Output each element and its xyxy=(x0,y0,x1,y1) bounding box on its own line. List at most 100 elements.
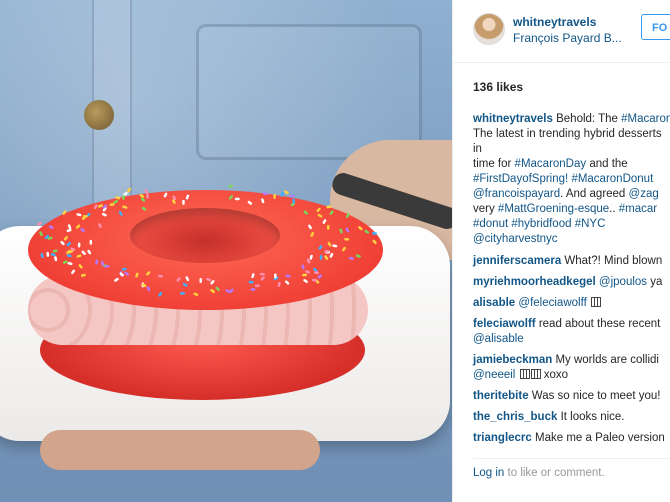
sprinkle xyxy=(277,281,281,287)
sprinkle xyxy=(63,236,68,241)
sprinkle xyxy=(66,241,71,247)
sprinkle xyxy=(77,242,81,248)
post-username[interactable]: whitneytravels xyxy=(513,15,596,29)
mention-link[interactable]: @alisable xyxy=(473,333,524,345)
hashtag-link[interactable]: #MacaronDay xyxy=(515,158,587,170)
mention-link[interactable]: @francoispayard xyxy=(473,188,560,200)
sprinkle xyxy=(339,228,343,234)
sprinkle xyxy=(54,256,58,262)
comment-username[interactable]: myriehmoorheadkegel xyxy=(473,276,596,288)
sprinkle xyxy=(95,259,99,265)
sprinkle xyxy=(176,277,181,282)
sprinkle xyxy=(358,226,363,231)
hashtag-link[interactable]: #Macaron xyxy=(621,113,670,125)
login-link[interactable]: Log in xyxy=(473,467,504,479)
hashtag-link[interactable]: #hybridfood xyxy=(511,218,571,230)
sprinkle xyxy=(345,213,350,218)
post-location[interactable]: François Payard B... xyxy=(513,31,622,45)
comment-username[interactable]: jenniferscamera xyxy=(473,255,561,267)
caption-line: #donut #hybridfood #NYC xyxy=(473,217,605,232)
sprinkle xyxy=(329,210,334,215)
sprinkle xyxy=(303,279,308,284)
sprinkle xyxy=(344,238,350,241)
sprinkle xyxy=(310,232,315,237)
emoji-glyph-icon xyxy=(590,297,601,307)
hashtag-link[interactable]: #MattGroening-esque xyxy=(498,203,609,215)
avatar[interactable] xyxy=(473,13,505,45)
sprinkle xyxy=(318,245,323,250)
caption-username[interactable]: whitneytravels xyxy=(473,113,553,125)
sprinkle xyxy=(193,292,199,297)
sprinkle xyxy=(303,210,308,215)
comment-username[interactable]: alisable xyxy=(473,297,515,309)
likes-count[interactable]: 136 likes xyxy=(473,80,523,94)
sprinkle xyxy=(46,251,50,257)
mention-link[interactable]: @neeeil xyxy=(473,369,515,381)
hashtag-link[interactable]: #NYC xyxy=(575,218,606,230)
sprinkle xyxy=(261,198,265,204)
caption-line: The latest in trending hybrid desserts xyxy=(473,128,662,140)
sprinkle xyxy=(234,197,240,201)
sprinkle xyxy=(332,244,338,248)
sprinkle xyxy=(122,194,125,200)
sprinkle xyxy=(158,291,163,297)
sprinkle xyxy=(319,254,323,260)
sprinkle xyxy=(259,272,265,276)
sprinkle xyxy=(247,200,253,205)
sprinkle xyxy=(248,280,254,284)
sprinkle xyxy=(284,280,290,285)
sprinkle xyxy=(329,252,334,258)
emoji-glyph-icon xyxy=(530,369,541,379)
sprinkle xyxy=(206,277,212,282)
sprinkle xyxy=(140,197,146,202)
sprinkle xyxy=(78,264,83,269)
sprinkle xyxy=(251,273,255,279)
sprinkle xyxy=(81,250,86,255)
sprinkle xyxy=(48,225,54,229)
sprinkle xyxy=(355,254,361,258)
sprinkle xyxy=(146,193,149,199)
comment-username[interactable]: feleciawolff xyxy=(473,318,536,330)
mention-link[interactable]: @jpoulos xyxy=(599,276,647,288)
sprinkle xyxy=(75,224,81,229)
sprinkle xyxy=(146,286,151,292)
sprinkle xyxy=(250,288,256,291)
caption-line: time for #MacaronDay and the xyxy=(473,158,628,170)
sprinkle xyxy=(80,273,86,277)
sprinkles xyxy=(37,184,378,297)
sprinkle xyxy=(182,199,185,205)
sprinkle xyxy=(39,231,43,237)
sprinkle xyxy=(71,269,76,275)
sprinkle xyxy=(372,239,377,245)
hashtag-link[interactable]: #FirstDayofSpring! xyxy=(473,173,568,185)
sprinkle xyxy=(93,204,98,209)
sprinkle xyxy=(254,284,260,288)
follow-button[interactable]: FO xyxy=(641,14,670,40)
sprinkle xyxy=(341,246,346,252)
comment-username[interactable]: the_chris_buck xyxy=(473,411,557,423)
comment-continued: @neeeil xoxo xyxy=(473,369,569,381)
divider xyxy=(473,458,670,459)
mention-link[interactable]: @cityharvestnyc xyxy=(473,233,558,245)
sprinkle xyxy=(135,272,139,278)
comment-username[interactable]: trianglecrc xyxy=(473,432,532,444)
comment-username[interactable]: jamiebeckman xyxy=(473,354,552,366)
sprinkle xyxy=(345,227,350,233)
post-photo[interactable] xyxy=(0,0,452,502)
sprinkle xyxy=(60,240,65,246)
caption-line: @francoispayard. And agreed @zag xyxy=(473,188,659,200)
sprinkle xyxy=(364,229,370,234)
sprinkle xyxy=(50,253,56,257)
sprinkle xyxy=(139,193,145,198)
comment-username[interactable]: theritebite xyxy=(473,390,529,402)
hashtag-link[interactable]: #MacaronDonut xyxy=(571,173,653,185)
mention-link[interactable]: @feleciawolff xyxy=(518,297,586,309)
mention-link[interactable]: @zag xyxy=(629,188,659,200)
sprinkle xyxy=(326,224,330,230)
comment: the_chris_buck It looks nice. xyxy=(473,411,625,423)
sprinkle xyxy=(179,292,185,295)
sprinkle xyxy=(141,206,147,211)
hashtag-link[interactable]: #donut xyxy=(473,218,508,230)
hashtag-link[interactable]: #macar xyxy=(619,203,657,215)
caption-line: in xyxy=(473,143,482,155)
